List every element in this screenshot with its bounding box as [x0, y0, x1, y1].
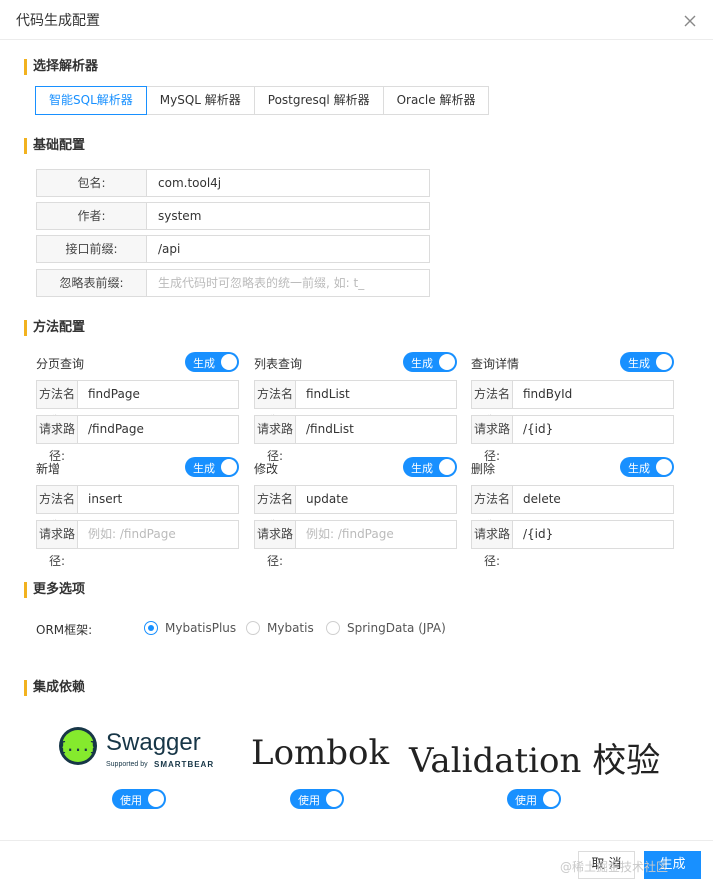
generate-toggle[interactable]: 生成	[185, 457, 239, 477]
method-name-input[interactable]	[78, 486, 238, 513]
tab-oracle-parser[interactable]: Oracle 解析器	[382, 86, 490, 115]
ignore-prefix-row: 忽略表前缀:	[36, 269, 430, 297]
method-name-label: 方法名称:	[472, 486, 513, 533]
package-label: 包名:	[37, 170, 147, 196]
watermark-text: @稀土掘金技术社区	[560, 860, 669, 874]
swagger-badge-icon: {...}	[58, 727, 98, 765]
swagger-supported-by: Supported by	[106, 761, 148, 768]
orm-radio-mybatisplus[interactable]: MybatisPlus	[144, 621, 236, 635]
orm-radio-mybatis[interactable]: Mybatis	[246, 621, 314, 635]
method-title: 分页查询	[36, 357, 85, 371]
method-name-label: 方法名称:	[255, 486, 296, 533]
request-path-input[interactable]	[296, 521, 456, 548]
request-path-input[interactable]	[296, 416, 456, 443]
tab-postgresql-parser[interactable]: Postgresql 解析器	[253, 86, 384, 115]
generate-toggle[interactable]: 生成	[403, 352, 457, 372]
api-prefix-input[interactable]	[147, 236, 429, 262]
orm-radio-springdata[interactable]: SpringData (JPA)	[326, 621, 446, 635]
request-path-input[interactable]	[78, 416, 238, 443]
generate-toggle[interactable]: 生成	[403, 457, 457, 477]
section-title-methods: 方法配置	[24, 320, 85, 336]
request-path-label: 请求路径:	[255, 521, 296, 568]
close-icon[interactable]	[681, 12, 699, 30]
method-name-input[interactable]	[513, 486, 673, 513]
method-card-page: 分页查询 生成 方法名称: 请求路径:	[36, 352, 239, 463]
method-card-update: 修改 生成 方法名称: 请求路径:	[254, 457, 457, 568]
generate-toggle[interactable]: 生成	[620, 457, 674, 477]
dialog-header: 代码生成配置	[0, 0, 713, 40]
swagger-logo: {...} Swagger Supported by SMARTBEAR	[56, 725, 226, 775]
method-card-delete: 删除 生成 方法名称: 请求路径:	[471, 457, 674, 568]
orm-label: ORM框架:	[36, 623, 93, 637]
request-path-input[interactable]	[513, 416, 673, 443]
lombok-use-toggle[interactable]: 使用	[290, 789, 344, 809]
author-row: 作者:	[36, 202, 430, 230]
ignore-prefix-input[interactable]	[147, 270, 429, 296]
dialog-title: 代码生成配置	[16, 13, 100, 29]
method-title: 查询详情	[471, 357, 520, 371]
validation-logo: Validation 校验	[409, 741, 661, 781]
method-name-input[interactable]	[296, 486, 456, 513]
method-name-input[interactable]	[513, 381, 673, 408]
method-card-list: 列表查询 生成 方法名称: 请求路径:	[254, 352, 457, 463]
method-title: 列表查询	[254, 357, 303, 371]
method-title: 删除	[471, 462, 496, 476]
generate-toggle[interactable]: 生成	[620, 352, 674, 372]
validation-use-toggle[interactable]: 使用	[507, 789, 561, 809]
section-title-more: 更多选项	[24, 582, 85, 598]
request-path-label: 请求路径:	[472, 416, 513, 463]
swagger-use-toggle[interactable]: 使用	[112, 789, 166, 809]
method-title: 修改	[254, 462, 279, 476]
parser-tabs: 智能SQL解析器 MySQL 解析器 Postgresql 解析器 Oracle…	[35, 86, 490, 115]
method-name-label: 方法名称:	[37, 381, 78, 428]
radio-unchecked-icon	[246, 621, 260, 635]
package-row: 包名:	[36, 169, 430, 197]
lombok-logo: Lombok	[251, 733, 390, 773]
request-path-label: 请求路径:	[472, 521, 513, 568]
request-path-label: 请求路径:	[37, 416, 78, 463]
api-prefix-label: 接口前缀:	[37, 236, 147, 262]
request-path-input[interactable]	[513, 521, 673, 548]
ignore-prefix-label: 忽略表前缀:	[37, 270, 147, 296]
package-input[interactable]	[147, 170, 429, 196]
request-path-input[interactable]	[78, 521, 238, 548]
method-title: 新增	[36, 462, 61, 476]
method-name-label: 方法名称:	[255, 381, 296, 428]
svg-text:{...}: {...}	[58, 740, 97, 755]
tab-smart-sql-parser[interactable]: 智能SQL解析器	[35, 86, 147, 115]
section-title-deps: 集成依赖	[24, 680, 85, 696]
section-title-basic: 基础配置	[24, 138, 85, 154]
code-generation-dialog: 代码生成配置 选择解析器 智能SQL解析器 MySQL 解析器 Postgres…	[0, 0, 713, 883]
api-prefix-row: 接口前缀:	[36, 235, 430, 263]
generate-toggle[interactable]: 生成	[185, 352, 239, 372]
request-path-label: 请求路径:	[37, 521, 78, 568]
request-path-label: 请求路径:	[255, 416, 296, 463]
swagger-smartbear: SMARTBEAR	[154, 760, 215, 769]
swagger-name: Swagger	[106, 729, 201, 756]
method-card-detail: 查询详情 生成 方法名称: 请求路径:	[471, 352, 674, 463]
method-name-input[interactable]	[78, 381, 238, 408]
section-title-parser: 选择解析器	[24, 59, 98, 75]
radio-checked-icon	[144, 621, 158, 635]
author-label: 作者:	[37, 203, 147, 229]
author-input[interactable]	[147, 203, 429, 229]
radio-unchecked-icon	[326, 621, 340, 635]
method-card-insert: 新增 生成 方法名称: 请求路径:	[36, 457, 239, 568]
tab-mysql-parser[interactable]: MySQL 解析器	[145, 86, 255, 115]
method-name-input[interactable]	[296, 381, 456, 408]
method-name-label: 方法名称:	[37, 486, 78, 533]
method-name-label: 方法名称:	[472, 381, 513, 428]
